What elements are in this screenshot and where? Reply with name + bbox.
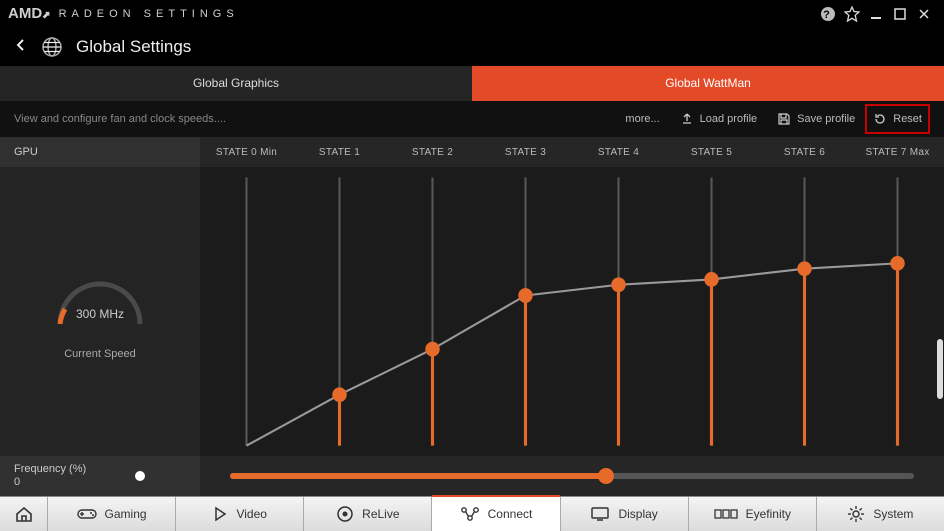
minimize-button[interactable] <box>864 2 888 26</box>
svg-text:?: ? <box>823 9 833 21</box>
brand-logo: AMD⬈ <box>8 5 51 22</box>
nav-video[interactable]: Video <box>176 497 304 531</box>
nav-home[interactable] <box>0 497 48 531</box>
state-column-label: STATE 0 Min <box>200 137 293 167</box>
page-header: Global Settings <box>0 27 944 65</box>
settings-tabs: Global Graphics Global WattMan <box>0 66 944 101</box>
gear-icon <box>847 505 865 523</box>
frequency-panel: Frequency (%) 0 <box>0 456 200 496</box>
home-icon <box>14 504 34 524</box>
save-profile-button[interactable]: Save profile <box>767 104 865 134</box>
frequency-label: Frequency (%) <box>14 463 86 476</box>
display-icon <box>590 506 610 522</box>
state-column-label: STATE 3 <box>479 137 572 167</box>
reset-icon <box>873 112 887 126</box>
state-column-label: STATE 5 <box>665 137 758 167</box>
load-profile-button[interactable]: Load profile <box>670 104 768 134</box>
actionbar-description: View and configure fan and clock speeds.… <box>14 113 226 125</box>
brand-name: RADEON SETTINGS <box>59 8 239 20</box>
save-icon <box>777 112 791 126</box>
more-button[interactable]: more... <box>615 104 669 134</box>
nav-system[interactable]: System <box>817 497 944 531</box>
side-panel-label: GPU <box>0 137 200 167</box>
frequency-slider-row <box>200 456 944 496</box>
reset-button[interactable]: Reset <box>865 104 930 134</box>
side-panel: GPU 300 MHz Current Speed Frequency (%) … <box>0 137 200 496</box>
state-column-label: STATE 1 <box>293 137 386 167</box>
gauge-caption: Current Speed <box>64 348 136 360</box>
gauge-value: 300 MHz <box>45 307 155 321</box>
frequency-slider[interactable] <box>230 473 914 479</box>
frequency-value: 0 <box>14 476 86 489</box>
help-icon[interactable]: ? <box>816 2 840 26</box>
relive-icon <box>336 505 354 523</box>
close-button[interactable] <box>912 2 936 26</box>
page-title: Global Settings <box>76 37 191 57</box>
gamepad-icon <box>77 507 97 521</box>
scrollbar-handle[interactable] <box>937 339 943 399</box>
actionbar: View and configure fan and clock speeds.… <box>0 101 944 138</box>
tab-global-wattman[interactable]: Global WattMan <box>472 66 944 101</box>
frequency-indicator-dot <box>135 471 145 481</box>
connect-icon <box>460 506 480 522</box>
eyefinity-icon <box>714 507 738 521</box>
globe-icon <box>40 35 64 59</box>
star-icon[interactable] <box>840 2 864 26</box>
speed-gauge: 300 MHz <box>45 264 155 336</box>
upload-icon <box>680 112 694 126</box>
nav-relive[interactable]: ReLive <box>304 497 432 531</box>
titlebar: AMD⬈ RADEON SETTINGS ? <box>0 0 944 27</box>
frequency-slider-knob[interactable] <box>598 468 614 484</box>
main-content: GPU 300 MHz Current Speed Frequency (%) … <box>0 137 944 496</box>
back-button[interactable] <box>14 36 28 57</box>
tab-global-graphics[interactable]: Global Graphics <box>0 66 472 101</box>
nav-gaming[interactable]: Gaming <box>48 497 176 531</box>
pstate-header: STATE 0 MinSTATE 1STATE 2STATE 3STATE 4S… <box>200 137 944 167</box>
pstate-chart: STATE 0 MinSTATE 1STATE 2STATE 3STATE 4S… <box>200 137 944 496</box>
state-column-label: STATE 7 Max <box>851 137 944 167</box>
state-column-label: STATE 4 <box>572 137 665 167</box>
brand: AMD⬈ RADEON SETTINGS <box>8 5 239 22</box>
play-icon <box>212 506 228 522</box>
nav-connect[interactable]: Connect <box>432 497 560 531</box>
state-column-label: STATE 6 <box>758 137 851 167</box>
pstate-chart-body[interactable] <box>200 167 944 456</box>
bottom-nav: Gaming Video ReLive Connect Display Eyef… <box>0 496 944 531</box>
state-column-label: STATE 2 <box>386 137 479 167</box>
maximize-button[interactable] <box>888 2 912 26</box>
nav-eyefinity[interactable]: Eyefinity <box>689 497 817 531</box>
nav-display[interactable]: Display <box>561 497 689 531</box>
